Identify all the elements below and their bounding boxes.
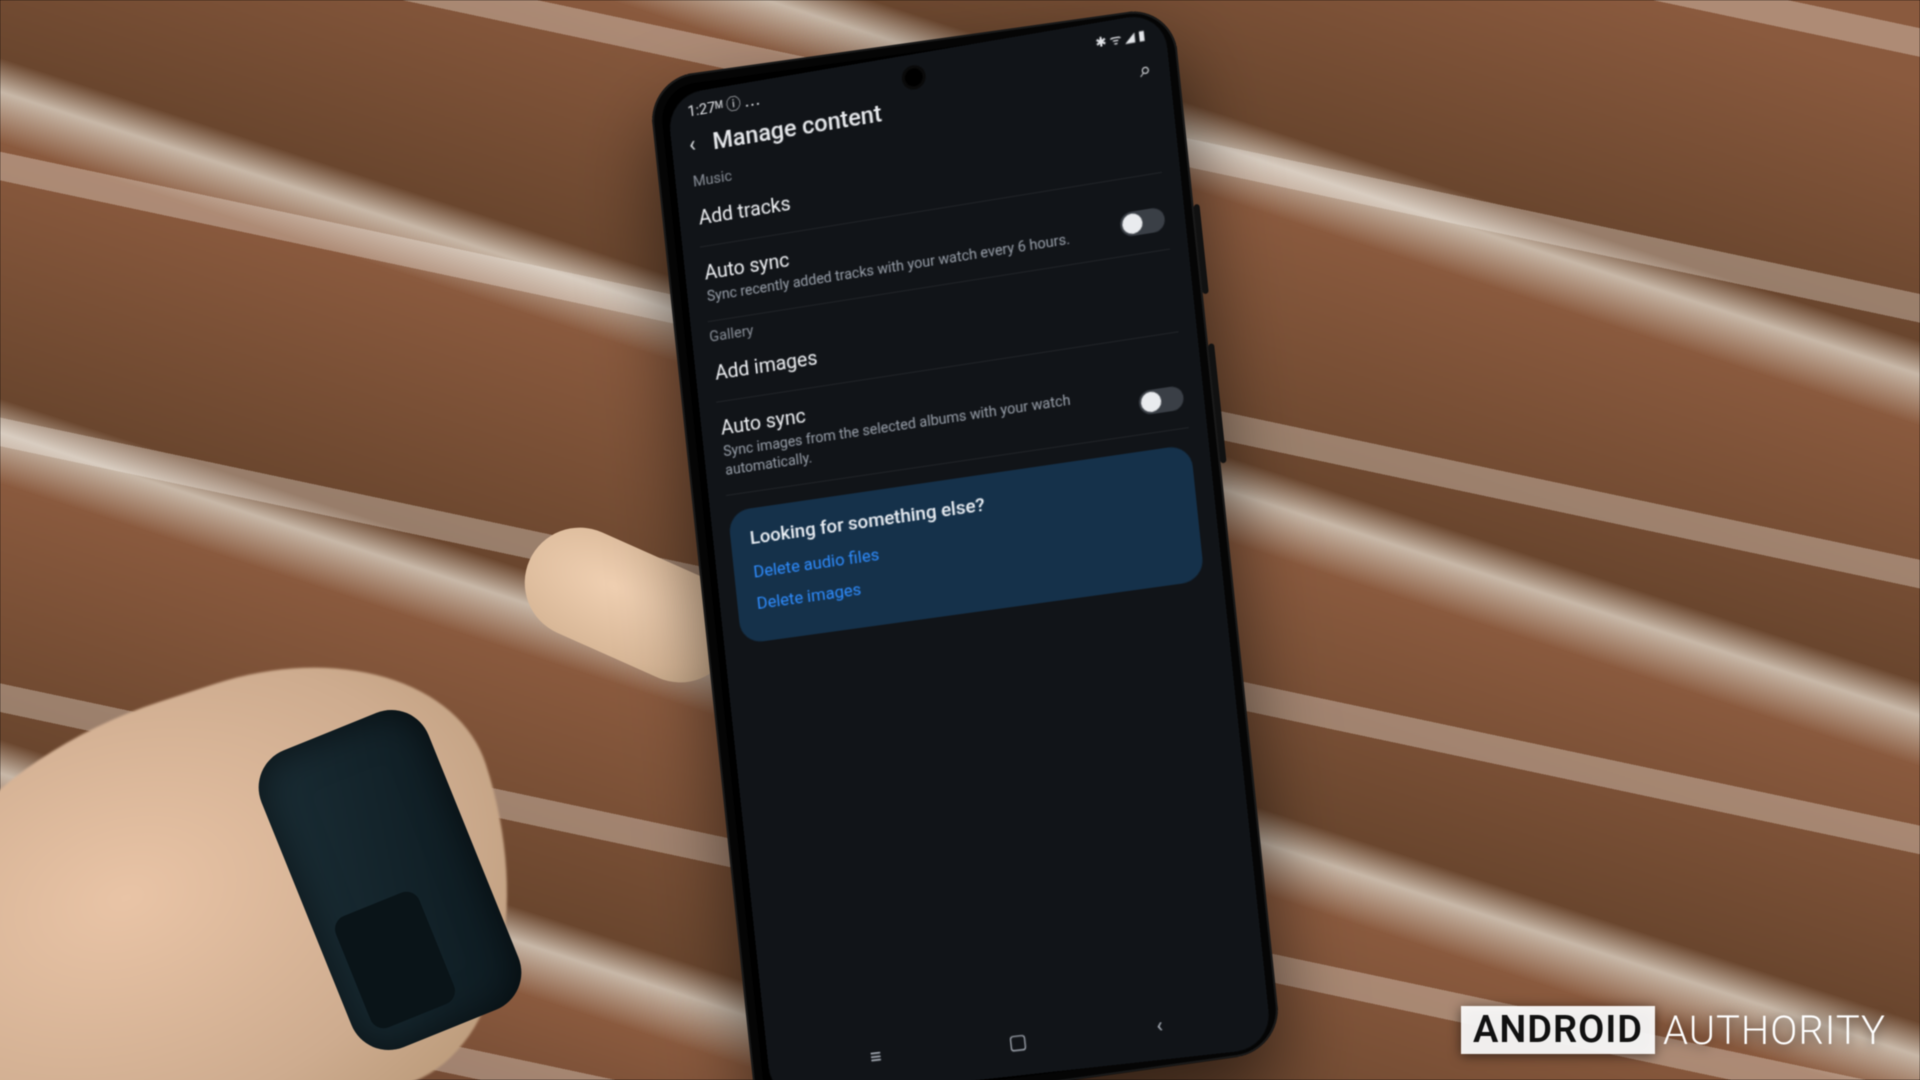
- watermark-boxed: ANDROID: [1461, 1006, 1655, 1054]
- photo-background: 1:27 ᴹ ⓘ ⋯ ✱ ᯤ ◢ ▮ ‹ Manage content ⌕ Mu…: [0, 0, 1920, 1080]
- home-icon[interactable]: ▢: [1007, 1028, 1028, 1054]
- toggle-music-autosync[interactable]: [1119, 206, 1166, 237]
- recents-icon[interactable]: ≡: [869, 1044, 883, 1070]
- smartphone-device: 1:27 ᴹ ⓘ ⋯ ✱ ᯤ ◢ ▮ ‹ Manage content ⌕ Mu…: [648, 6, 1283, 1080]
- phone-screen: 1:27 ᴹ ⓘ ⋯ ✱ ᯤ ◢ ▮ ‹ Manage content ⌕ Mu…: [667, 11, 1273, 1080]
- back-nav-icon[interactable]: ‹: [1155, 1013, 1164, 1038]
- watermark: ANDROID AUTHORITY: [1461, 1006, 1886, 1054]
- search-icon[interactable]: ⌕: [1138, 56, 1152, 82]
- toggle-gallery-autosync[interactable]: [1138, 385, 1185, 416]
- watermark-text: AUTHORITY: [1663, 1007, 1886, 1054]
- settings-list[interactable]: Music Add tracks Auto sync Sync recently…: [674, 87, 1265, 1039]
- status-time: 1:27: [687, 98, 717, 120]
- back-icon[interactable]: ‹: [688, 132, 697, 158]
- status-left-icons: ᴹ ⓘ ⋯: [714, 89, 760, 117]
